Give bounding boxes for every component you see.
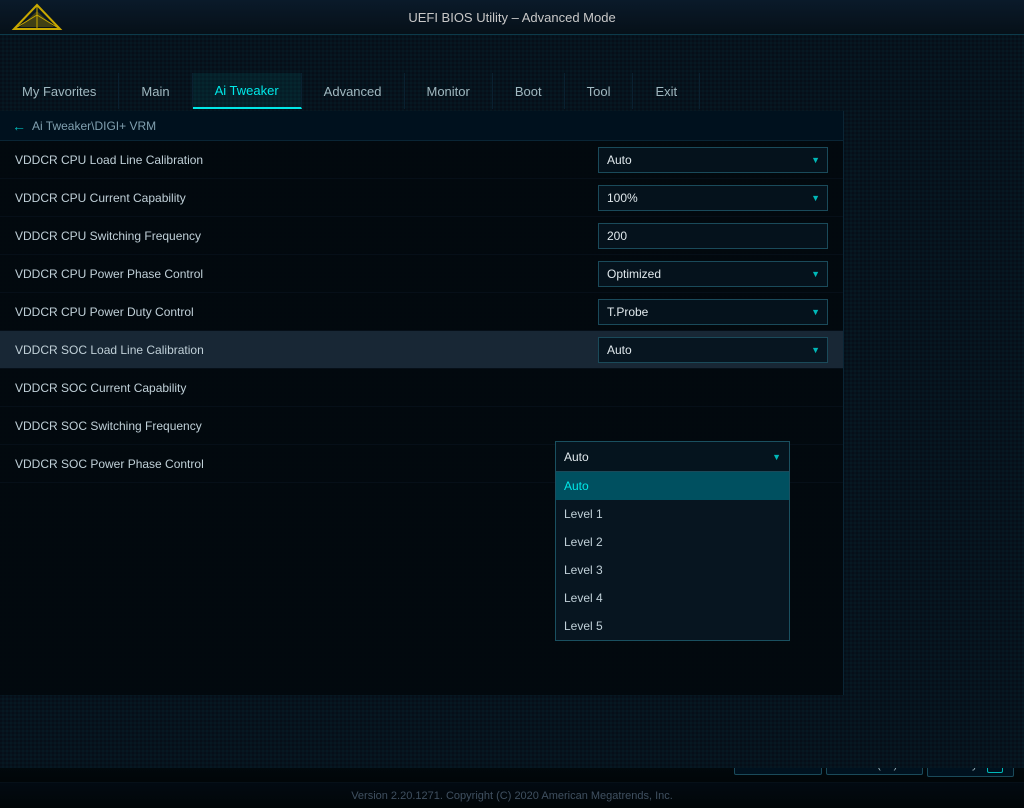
dropdown-option-level5[interactable]: Level 5 xyxy=(556,612,789,640)
nav-advanced-label: Advanced xyxy=(324,84,382,99)
setting-value-vddcr-soc-llc: Auto xyxy=(598,337,828,363)
title-bar: UEFI BIOS Utility – Advanced Mode xyxy=(0,0,1024,35)
dropdown-option-auto-label: Auto xyxy=(564,479,589,493)
select-wrapper-soc-llc: Auto xyxy=(598,337,828,363)
version-bar: Version 2.20.1271. Copyright (C) 2020 Am… xyxy=(0,782,1024,808)
page-title: UEFI BIOS Utility – Advanced Mode xyxy=(408,10,615,25)
input-vddcr-cpu-sf[interactable] xyxy=(598,223,828,249)
select-wrapper-ppc: Optimized xyxy=(598,261,828,287)
setting-row-vddcr-cpu-sf[interactable]: VDDCR CPU Switching Frequency xyxy=(0,217,843,255)
breadcrumb-text: Ai Tweaker\DIGI+ VRM xyxy=(32,119,156,133)
setting-row-vddcr-soc-sf[interactable]: VDDCR SOC Switching Frequency xyxy=(0,407,843,445)
setting-label-vddcr-soc-ppc: VDDCR SOC Power Phase Control xyxy=(15,457,598,471)
setting-label-vddcr-soc-cc: VDDCR SOC Current Capability xyxy=(15,381,598,395)
select-vddcr-cpu-pdc[interactable]: T.Probe xyxy=(598,299,828,325)
nav-main-label: Main xyxy=(141,84,169,99)
nav-monitor[interactable]: Monitor xyxy=(405,73,493,109)
nav-advanced[interactable]: Advanced xyxy=(302,73,405,109)
nav-my-favorites[interactable]: My Favorites xyxy=(0,73,119,109)
setting-row-vddcr-cpu-llc[interactable]: VDDCR CPU Load Line Calibration Auto xyxy=(0,141,843,179)
select-vddcr-cpu-ppc[interactable]: Optimized xyxy=(598,261,828,287)
setting-value-vddcr-cpu-sf xyxy=(598,223,828,249)
dropdown-option-level4[interactable]: Level 4 xyxy=(556,584,789,612)
select-vddcr-cpu-cc[interactable]: 100% xyxy=(598,185,828,211)
breadcrumb: ← Ai Tweaker\DIGI+ VRM xyxy=(0,111,843,141)
setting-row-vddcr-cpu-ppc[interactable]: VDDCR CPU Power Phase Control Optimized xyxy=(0,255,843,293)
setting-label-vddcr-soc-llc: VDDCR SOC Load Line Calibration xyxy=(15,343,598,357)
dropdown-option-level3-label: Level 3 xyxy=(564,563,603,577)
dropdown-option-level3[interactable]: Level 3 xyxy=(556,556,789,584)
dropdown-overlay: Auto ▼ Auto Level 1 Level 2 Level 3 Leve… xyxy=(555,441,790,641)
nav-my-favorites-label: My Favorites xyxy=(22,84,96,99)
nav-tool-label: Tool xyxy=(587,84,611,99)
nav-boot[interactable]: Boot xyxy=(493,73,565,109)
dropdown-option-level5-label: Level 5 xyxy=(564,619,603,633)
setting-label-vddcr-soc-sf: VDDCR SOC Switching Frequency xyxy=(15,419,598,433)
setting-row-vddcr-cpu-cc[interactable]: VDDCR CPU Current Capability 100% xyxy=(0,179,843,217)
nav-tool[interactable]: Tool xyxy=(565,73,634,109)
setting-label-vddcr-cpu-llc: VDDCR CPU Load Line Calibration xyxy=(15,153,598,167)
setting-row-vddcr-soc-cc[interactable]: VDDCR SOC Current Capability xyxy=(0,369,843,407)
setting-row-vddcr-cpu-pdc[interactable]: VDDCR CPU Power Duty Control T.Probe xyxy=(0,293,843,331)
nav-main[interactable]: Main xyxy=(119,73,192,109)
back-arrow-icon[interactable]: ← xyxy=(12,118,26,134)
setting-label-vddcr-cpu-sf: VDDCR CPU Switching Frequency xyxy=(15,229,598,243)
select-vddcr-soc-llc[interactable]: Auto xyxy=(598,337,828,363)
dropdown-selected-value: Auto xyxy=(564,450,589,464)
setting-value-vddcr-cpu-pdc: T.Probe xyxy=(598,299,828,325)
logo xyxy=(10,2,70,32)
select-wrapper-cc: 100% xyxy=(598,185,828,211)
setting-row-vddcr-soc-llc[interactable]: VDDCR SOC Load Line Calibration Auto xyxy=(0,331,843,369)
left-panel: ← Ai Tweaker\DIGI+ VRM VDDCR CPU Load Li… xyxy=(0,111,844,695)
nav-ai-tweaker[interactable]: Ai Tweaker xyxy=(193,73,302,109)
setting-label-vddcr-cpu-cc: VDDCR CPU Current Capability xyxy=(15,191,598,205)
dropdown-option-auto[interactable]: Auto xyxy=(556,472,789,500)
setting-value-vddcr-cpu-ppc: Optimized xyxy=(598,261,828,287)
dropdown-header: Auto ▼ xyxy=(556,442,789,472)
nav-ai-tweaker-label: Ai Tweaker xyxy=(215,83,279,98)
dropdown-option-level1[interactable]: Level 1 xyxy=(556,500,789,528)
select-vddcr-cpu-llc[interactable]: Auto xyxy=(598,147,828,173)
setting-value-vddcr-cpu-cc: 100% xyxy=(598,185,828,211)
chevron-down-icon: ▼ xyxy=(772,452,781,462)
setting-value-vddcr-cpu-llc: Auto xyxy=(598,147,828,173)
nav-exit-label: Exit xyxy=(655,84,677,99)
select-wrapper-llc: Auto xyxy=(598,147,828,173)
dropdown-option-level2[interactable]: Level 2 xyxy=(556,528,789,556)
nav-exit[interactable]: Exit xyxy=(633,73,700,109)
dropdown-option-level4-label: Level 4 xyxy=(564,591,603,605)
setting-label-vddcr-cpu-pdc: VDDCR CPU Power Duty Control xyxy=(15,305,598,319)
select-wrapper-pdc: T.Probe xyxy=(598,299,828,325)
dropdown-option-level2-label: Level 2 xyxy=(564,535,603,549)
settings-list: VDDCR CPU Load Line Calibration Auto VDD… xyxy=(0,141,843,483)
version-text: Version 2.20.1271. Copyright (C) 2020 Am… xyxy=(351,790,673,802)
setting-label-vddcr-cpu-ppc: VDDCR CPU Power Phase Control xyxy=(15,267,598,281)
nav-monitor-label: Monitor xyxy=(427,84,470,99)
dropdown-option-level1-label: Level 1 xyxy=(564,507,603,521)
nav-boot-label: Boot xyxy=(515,84,542,99)
